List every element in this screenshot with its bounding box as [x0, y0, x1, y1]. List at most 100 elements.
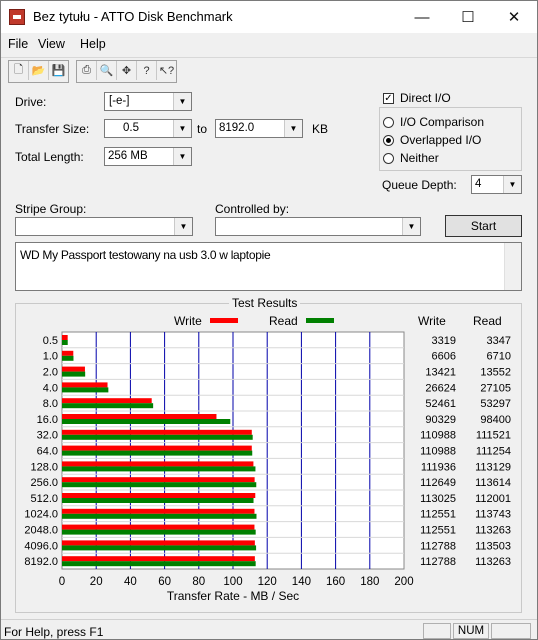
- transfer-from-select[interactable]: 0.5 ▼: [104, 119, 192, 138]
- status-pane-scroll: [491, 623, 531, 639]
- start-button[interactable]: Start: [445, 215, 522, 237]
- drive-label: Drive:: [15, 95, 47, 109]
- read-bar: [62, 498, 254, 503]
- legend-read-swatch: [306, 318, 334, 323]
- print-icon[interactable]: ⎙: [77, 61, 97, 80]
- write-value: 112788: [420, 540, 456, 552]
- write-bar: [62, 477, 255, 483]
- transfer-from-value: 0.5: [123, 122, 139, 134]
- x-tick-label: 200: [394, 576, 413, 588]
- read-bar: [62, 545, 257, 551]
- controlled-by-label: Controlled by:: [215, 202, 290, 216]
- write-value: 112649: [420, 477, 456, 489]
- y-category-label: 16.0: [37, 414, 58, 426]
- menu-view[interactable]: View: [38, 37, 65, 51]
- save-icon[interactable]: 💾: [49, 61, 68, 80]
- y-category-label: 128.0: [30, 461, 58, 473]
- write-value: 110988: [420, 446, 456, 458]
- chevron-down-icon[interactable]: ▼: [173, 93, 191, 110]
- read-value: 6710: [487, 351, 511, 363]
- write-value: 13421: [425, 367, 456, 379]
- write-bar: [62, 445, 252, 451]
- y-category-label: 1.0: [43, 351, 58, 363]
- legend-read-label: Read: [269, 314, 298, 328]
- write-value: 26624: [425, 382, 456, 394]
- legend-write-label: Write: [174, 314, 202, 328]
- read-bar: [62, 529, 256, 535]
- context-help-icon[interactable]: ↖?: [157, 61, 176, 80]
- drive-value: [-e-]: [109, 95, 130, 107]
- status-text: For Help, press F1: [4, 625, 104, 639]
- io-comparison-label: I/O Comparison: [400, 115, 485, 129]
- write-value: 112788: [420, 556, 456, 568]
- notes-scrollbar[interactable]: [504, 243, 521, 290]
- queue-depth-select[interactable]: 4 ▼: [471, 175, 522, 194]
- open-icon[interactable]: 📂: [29, 61, 49, 80]
- overlapped-io-radio[interactable]: [383, 135, 394, 146]
- x-tick-label: 140: [292, 576, 311, 588]
- x-tick-label: 60: [158, 576, 171, 588]
- read-value: 113263: [475, 556, 511, 568]
- neither-label: Neither: [400, 151, 439, 165]
- chevron-down-icon[interactable]: ▼: [173, 148, 191, 165]
- help-icon[interactable]: ?: [137, 61, 157, 80]
- title-bar: Bez tytułu - ATTO Disk Benchmark — ☐ ✕: [1, 1, 537, 33]
- direct-io-checkbox[interactable]: ✓: [383, 93, 394, 104]
- description-text: WD My Passport testowany na usb 3.0 w la…: [20, 248, 271, 262]
- window-title: Bez tytułu - ATTO Disk Benchmark: [33, 9, 233, 24]
- to-label: to: [197, 122, 208, 136]
- read-value: 111254: [476, 446, 511, 458]
- toolbar-file-group: 🗋 📂 💾: [8, 60, 69, 83]
- status-pane-empty: [423, 623, 451, 639]
- total-length-select[interactable]: 256 MB ▼: [104, 147, 192, 166]
- write-bar: [62, 350, 74, 356]
- x-tick-label: 160: [326, 576, 345, 588]
- write-bar: [62, 461, 254, 467]
- chevron-down-icon[interactable]: ▼: [402, 218, 420, 235]
- drive-select[interactable]: [-e-] ▼: [104, 92, 192, 111]
- close-button[interactable]: ✕: [491, 1, 537, 33]
- read-value: 113263: [475, 525, 511, 537]
- description-textbox[interactable]: WD My Passport testowany na usb 3.0 w la…: [15, 242, 522, 291]
- queue-depth-value: 4: [475, 178, 482, 190]
- write-bar: [62, 366, 85, 372]
- y-category-label: 4.0: [43, 382, 58, 394]
- read-value: 111521: [476, 430, 511, 442]
- neither-radio[interactable]: [383, 153, 394, 164]
- controlled-by-select[interactable]: ▼: [215, 217, 421, 236]
- minimize-button[interactable]: —: [399, 1, 445, 33]
- read-bar: [62, 340, 68, 345]
- x-tick-label: 100: [223, 576, 242, 588]
- move-icon[interactable]: ✥: [117, 61, 137, 80]
- menu-bar: File View Help: [1, 33, 537, 55]
- y-category-label: 4096.0: [24, 540, 58, 552]
- chevron-down-icon[interactable]: ▼: [173, 120, 191, 137]
- menu-file[interactable]: File: [8, 37, 28, 51]
- io-comparison-radio[interactable]: [383, 117, 394, 128]
- y-category-label: 256.0: [30, 477, 58, 489]
- write-value: 6606: [432, 351, 456, 363]
- transfer-to-select[interactable]: 8192.0 ▼: [215, 119, 303, 138]
- stripe-group-select[interactable]: ▼: [15, 217, 193, 236]
- chevron-down-icon[interactable]: ▼: [503, 176, 521, 193]
- new-icon[interactable]: 🗋: [9, 61, 29, 80]
- y-category-label: 64.0: [37, 446, 58, 458]
- x-tick-label: 80: [192, 576, 205, 588]
- read-bar: [62, 387, 109, 393]
- write-bar: [62, 398, 152, 404]
- write-value: 110988: [420, 430, 456, 442]
- total-length-label: Total Length:: [15, 150, 84, 164]
- print-preview-icon[interactable]: 🔍: [97, 61, 117, 80]
- chevron-down-icon[interactable]: ▼: [284, 120, 302, 137]
- transfer-size-label: Transfer Size:: [15, 122, 90, 136]
- write-value: 112551: [420, 525, 456, 537]
- write-value: 52461: [425, 398, 456, 410]
- menu-help[interactable]: Help: [80, 37, 106, 51]
- write-bar: [62, 524, 255, 530]
- write-bar: [62, 508, 255, 514]
- maximize-button[interactable]: ☐: [445, 1, 491, 33]
- write-bar: [62, 382, 108, 388]
- test-results-group: Test Results Write Read Write Read 0 20 40 60 80…: [15, 296, 522, 613]
- chevron-down-icon[interactable]: ▼: [174, 218, 192, 235]
- x-axis-label: Transfer Rate - MB / Sec: [167, 589, 299, 603]
